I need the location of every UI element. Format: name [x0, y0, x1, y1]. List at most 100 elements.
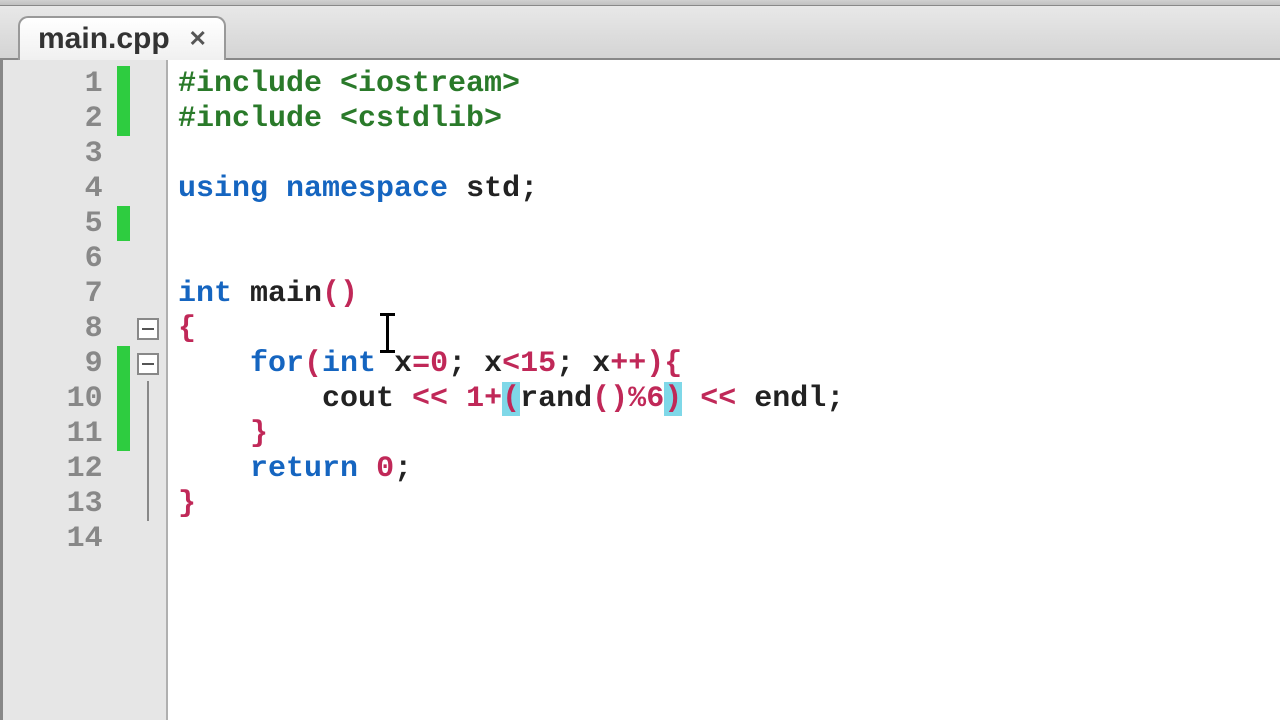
code-token: =	[412, 347, 430, 381]
code-line[interactable]: {	[178, 311, 1280, 346]
fold-cell	[130, 521, 166, 556]
fold-line	[147, 416, 149, 451]
code-token	[268, 172, 286, 206]
code-token: }	[250, 417, 268, 451]
fold-cell	[130, 311, 166, 346]
tab-label: main.cpp	[38, 22, 170, 56]
change-bar	[117, 101, 131, 136]
code-line[interactable]: for(int x=0; x<15; x++){	[178, 346, 1280, 381]
editor-area: 1234567891011121314 #include <iostream>#…	[0, 60, 1280, 720]
tab-bar: main.cpp ✕	[0, 6, 1280, 60]
line-number: 9	[3, 347, 117, 381]
code-token: <<	[412, 382, 448, 416]
fold-line	[147, 486, 149, 521]
code-token: <<	[700, 382, 736, 416]
code-token	[448, 382, 466, 416]
code-line[interactable]: #include <cstdlib>	[178, 101, 1280, 136]
file-tab[interactable]: main.cpp ✕	[18, 16, 226, 60]
code-token: 6	[646, 382, 664, 416]
code-token: int	[178, 277, 232, 311]
fold-cell	[130, 66, 166, 101]
code-line[interactable]: cout << 1+(rand()%6) << endl;	[178, 381, 1280, 416]
code-line[interactable]: using namespace std;	[178, 171, 1280, 206]
gutter-row: 11	[3, 416, 166, 451]
change-bar	[117, 346, 131, 381]
line-number: 2	[3, 102, 117, 136]
gutter-row: 6	[3, 241, 166, 276]
change-bar	[117, 416, 131, 451]
code-token: 1	[466, 382, 484, 416]
code-token: )	[646, 347, 664, 381]
change-bar	[117, 521, 131, 556]
gutter-row: 14	[3, 521, 166, 556]
line-number: 14	[3, 522, 117, 556]
gutter: 1234567891011121314	[3, 60, 168, 720]
code-token: ;	[394, 452, 412, 486]
code-line[interactable]	[178, 241, 1280, 276]
fold-cell	[130, 451, 166, 486]
gutter-row: 13	[3, 486, 166, 521]
gutter-row: 1	[3, 66, 166, 101]
fold-cell	[130, 101, 166, 136]
gutter-row: 10	[3, 381, 166, 416]
code-token: #include	[178, 67, 340, 101]
gutter-row: 7	[3, 276, 166, 311]
fold-cell	[130, 381, 166, 416]
line-number: 11	[3, 417, 117, 451]
code-token: using	[178, 172, 268, 206]
code-token: return	[250, 452, 358, 486]
line-number: 6	[3, 242, 117, 276]
code-line[interactable]: }	[178, 486, 1280, 521]
code-token: ;	[826, 382, 844, 416]
code-line[interactable]: #include <iostream>	[178, 66, 1280, 101]
fold-toggle-icon[interactable]	[137, 318, 159, 340]
fold-toggle-icon[interactable]	[137, 353, 159, 375]
code-token: std	[448, 172, 520, 206]
code-token	[178, 417, 250, 451]
close-icon[interactable]: ✕	[184, 25, 212, 53]
code-token: %	[628, 382, 646, 416]
line-number: 1	[3, 67, 117, 101]
gutter-row: 12	[3, 451, 166, 486]
code-line[interactable]	[178, 521, 1280, 556]
code-token: {	[178, 312, 196, 346]
change-bar	[117, 206, 131, 241]
code-token: rand	[520, 382, 592, 416]
code-token: endl	[736, 382, 826, 416]
change-bar	[117, 486, 131, 521]
code-token: #include	[178, 102, 340, 136]
code-token: main	[232, 277, 322, 311]
code-line[interactable]: int main()	[178, 276, 1280, 311]
fold-cell	[130, 136, 166, 171]
fold-cell	[130, 171, 166, 206]
line-number: 5	[3, 207, 117, 241]
line-number: 4	[3, 172, 117, 206]
code-token: cout	[178, 382, 412, 416]
code-line[interactable]	[178, 136, 1280, 171]
fold-line	[147, 381, 149, 416]
code-token: for	[250, 347, 304, 381]
code-token: (	[304, 347, 322, 381]
code-token: ;	[520, 172, 538, 206]
code-token: <iostream>	[340, 67, 520, 101]
code-token: {	[664, 347, 682, 381]
code-line[interactable]: }	[178, 416, 1280, 451]
code-token: +	[484, 382, 502, 416]
gutter-row: 3	[3, 136, 166, 171]
code-token: 0	[376, 452, 394, 486]
code-line[interactable]: return 0;	[178, 451, 1280, 486]
line-number: 12	[3, 452, 117, 486]
line-number: 7	[3, 277, 117, 311]
code-token: ++	[610, 347, 646, 381]
gutter-row: 8	[3, 311, 166, 346]
code-line[interactable]	[178, 206, 1280, 241]
code-area[interactable]: #include <iostream>#include <cstdlib> usi…	[168, 60, 1280, 720]
code-token: 15	[520, 347, 556, 381]
fold-cell	[130, 241, 166, 276]
change-bar	[117, 136, 131, 171]
code-token: ;	[448, 347, 466, 381]
line-number: 3	[3, 137, 117, 171]
fold-cell	[130, 486, 166, 521]
line-number: 10	[3, 382, 117, 416]
code-token: ;	[556, 347, 574, 381]
